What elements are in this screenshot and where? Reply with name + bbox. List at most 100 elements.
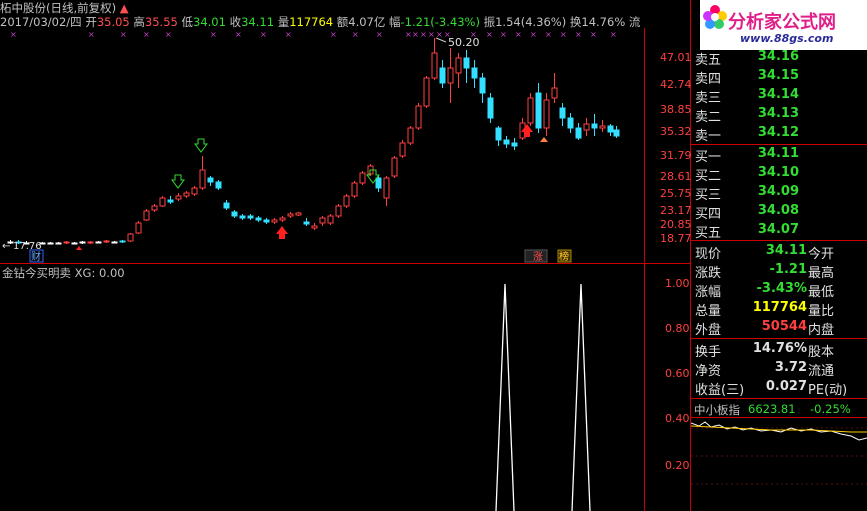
book-level-price: 34.14 [757, 87, 799, 102]
candle [391, 157, 398, 177]
quote-label-secondary: 今开 [808, 247, 835, 262]
event-marker-icon: × [530, 30, 537, 39]
event-marker-icon: × [405, 30, 412, 39]
quote-value: 50544 [761, 319, 807, 334]
candle [591, 123, 598, 129]
book-level-price: 34.09 [757, 184, 799, 199]
indicator-tick: 0.80 [665, 322, 690, 335]
book-level-price: 34.13 [757, 106, 799, 121]
candle [487, 97, 494, 119]
quote-value: 14.76% [752, 341, 807, 356]
candle [303, 221, 310, 225]
amount-value: 4.07亿 [348, 15, 386, 29]
candle [215, 181, 222, 189]
bid-row[interactable]: 买一 34.11 [695, 146, 865, 165]
quote-label-secondary: 最低 [808, 285, 835, 300]
quote-divider [690, 398, 867, 399]
quote-value: 34.11 [765, 243, 807, 258]
turnover-value: 14.76% [581, 15, 626, 29]
ask-row[interactable]: 卖五 34.16 [695, 49, 865, 68]
book-level-label: 卖四 [695, 72, 722, 87]
event-marker-icon: × [412, 30, 419, 39]
price-tick: 25.75 [660, 187, 692, 200]
sell-arrow-icon [194, 138, 208, 153]
book-level-label: 买一 [695, 150, 722, 165]
quote-value: 117764 [752, 300, 807, 315]
candle [479, 77, 486, 94]
candle [463, 57, 470, 69]
high-price-label: 50.20 [448, 36, 480, 49]
candle [431, 52, 438, 79]
quote-label: 外盘 [695, 323, 722, 338]
candle [199, 169, 206, 189]
candle [127, 233, 134, 242]
candle [231, 211, 238, 217]
candle [311, 225, 318, 229]
price-tick: 31.79 [660, 149, 692, 162]
up-arrow-icon: ▲ [119, 1, 129, 15]
indicator-chart[interactable] [0, 264, 644, 511]
index-name: 中小板指 [694, 403, 740, 417]
price-tick: 20.85 [660, 218, 692, 231]
book-level-label: 买二 [695, 169, 722, 184]
price-tick: 38.85 [660, 103, 692, 116]
candle [613, 129, 620, 137]
svg-text:←: ← [2, 241, 10, 252]
candle [415, 105, 422, 129]
float-label: 流 [628, 15, 641, 29]
bid-row[interactable]: 买三 34.09 [695, 184, 865, 203]
quote-row: 总量 117764 量比 [695, 300, 865, 319]
indicator-tick: 0.20 [665, 459, 690, 472]
bid-row[interactable]: 买四 34.08 [695, 203, 865, 222]
candle [279, 217, 286, 221]
candle [135, 222, 142, 234]
quote-label-secondary: 流通 [808, 364, 835, 379]
indicator-tick: 0.60 [665, 367, 690, 380]
bid-row[interactable]: 买二 34.10 [695, 165, 865, 184]
change-pct: (-3.43%) [430, 15, 480, 29]
ask-row[interactable]: 卖四 34.15 [695, 68, 865, 87]
event-marker-icon: × [376, 30, 383, 39]
marker-triangle-icon [76, 246, 82, 250]
amplitude-value: 1.54(4.36%) [495, 15, 567, 29]
event-marker-icon: × [545, 30, 552, 39]
event-marker-icon: × [486, 30, 493, 39]
candle [287, 213, 294, 217]
quote-label-secondary: 量比 [808, 304, 835, 319]
event-marker-icon: × [610, 30, 617, 39]
candle [567, 117, 574, 129]
amount-label: 额 [336, 15, 349, 29]
quote-label: 涨跌 [695, 266, 722, 281]
ask-row[interactable]: 卖一 34.12 [695, 125, 865, 144]
event-marker-icon: × [500, 30, 507, 39]
event-marker-icon: × [285, 30, 292, 39]
event-marker-icon: × [590, 30, 597, 39]
candle [455, 57, 462, 74]
price-axis-divider [644, 28, 645, 511]
ask-row[interactable]: 卖三 34.14 [695, 87, 865, 106]
bid-row[interactable]: 买五 34.07 [695, 222, 865, 241]
amplitude-label: 振 [483, 15, 496, 29]
quote-value: -1.21 [769, 262, 807, 277]
site-logo: 分析家公式网 www.88gs.com [700, 0, 867, 50]
candle [207, 177, 214, 183]
candle [351, 182, 358, 197]
candlestick-chart[interactable]: × × × × × × × × × × × × × × × × × × × × × × × × × × × × 50.20 ← 17.… [0, 28, 644, 263]
book-level-label: 卖三 [695, 91, 722, 106]
book-level-price: 34.07 [757, 222, 799, 237]
index-ticker[interactable]: 中小板指 6623.81 -0.25% [690, 400, 867, 417]
event-marker-icon: × [143, 30, 150, 39]
ask-row[interactable]: 卖二 34.13 [695, 106, 865, 125]
candle [151, 205, 158, 211]
candle [95, 241, 102, 244]
marker-triangle-icon [540, 137, 548, 142]
stock-title[interactable]: 柘中股份(日线,前复权) [0, 1, 116, 15]
candle [575, 127, 582, 139]
candle [327, 215, 334, 224]
candle [543, 99, 550, 129]
price-tick: 18.77 [660, 232, 692, 245]
candle [599, 125, 606, 129]
quote-value: 3.72 [774, 360, 807, 375]
candle [607, 125, 614, 133]
candle [551, 87, 558, 99]
